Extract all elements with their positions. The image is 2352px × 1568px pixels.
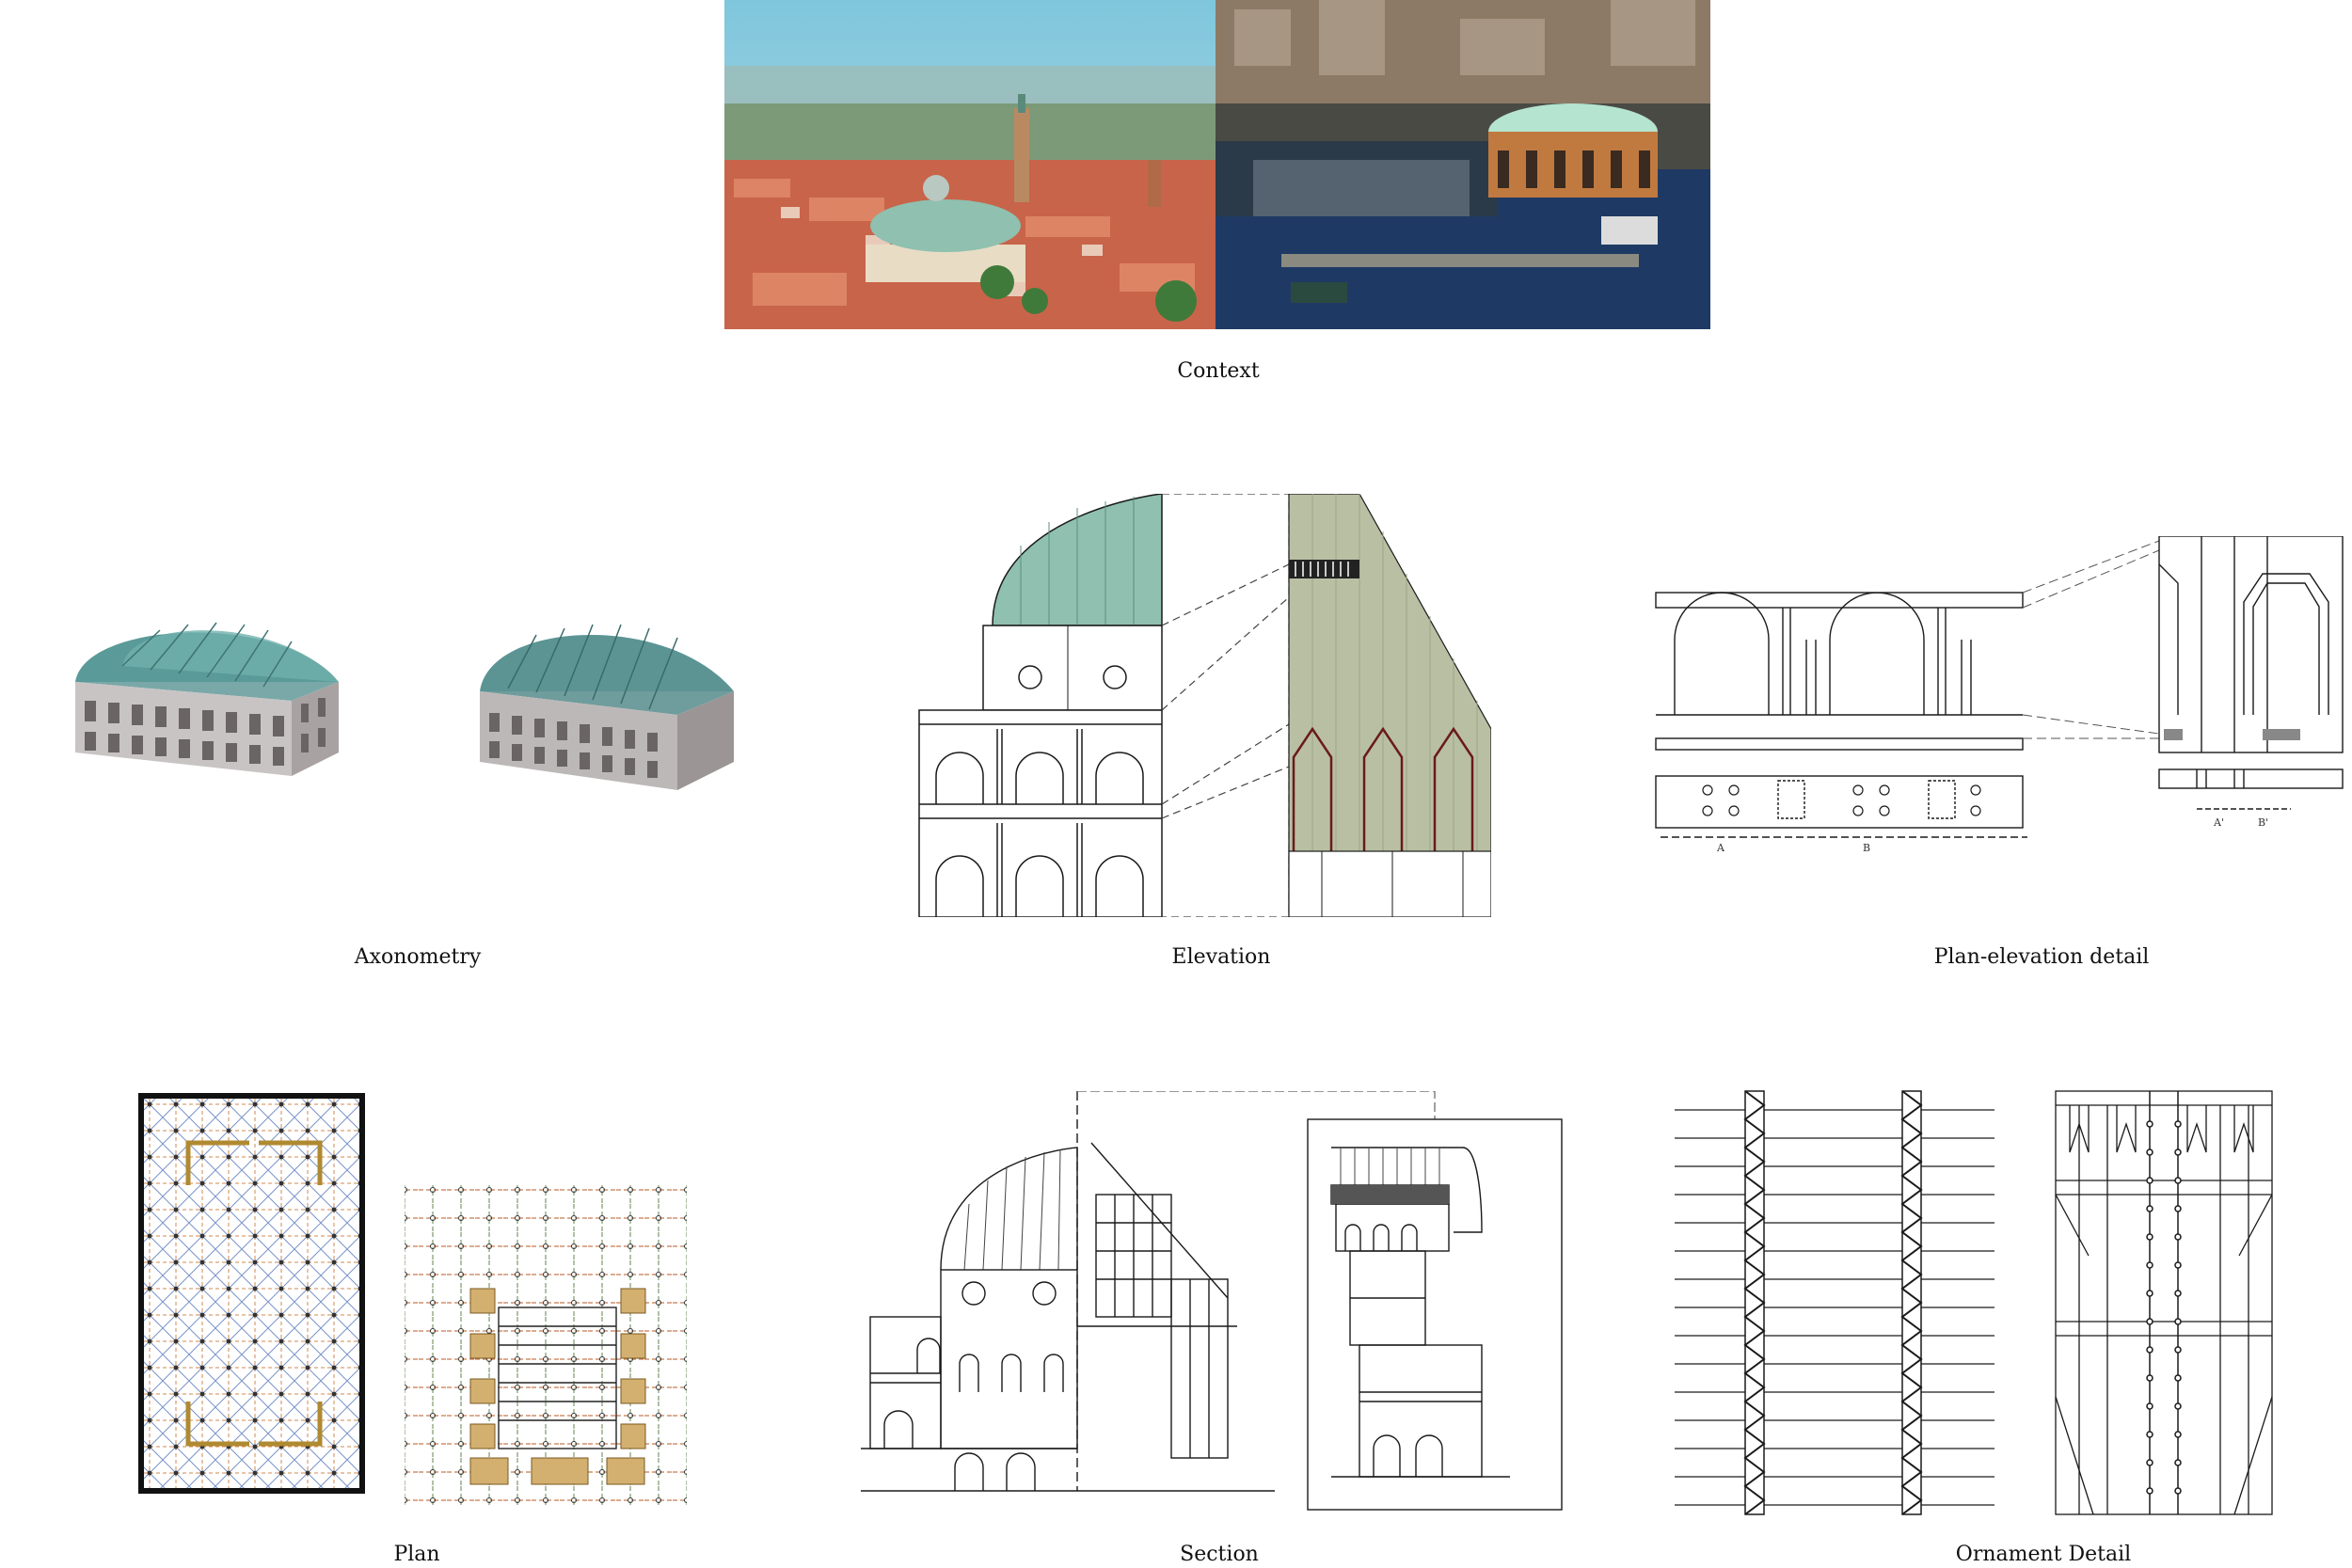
- caption-ornament-detail: Ornament Detail: [1955, 1543, 2132, 1566]
- plan-elevation-detail-drawing: A B A' B': [1651, 536, 2352, 861]
- plan-drawing: [136, 1091, 701, 1519]
- detail-label-b-prime: B': [2258, 816, 2268, 829]
- caption-axonometry: Axonometry: [354, 945, 482, 969]
- caption-plan: Plan: [393, 1543, 440, 1566]
- detail-label-a: A: [1716, 842, 1725, 854]
- ornament-detail-drawing: [1675, 1086, 2286, 1519]
- rope-column-left: [1743, 1090, 1766, 1515]
- ornament-frame-elevation: [2055, 1090, 2273, 1515]
- elevation-drawing: [917, 494, 1491, 917]
- axonometry-drawing: [66, 611, 781, 828]
- caption-elevation: Elevation: [1171, 945, 1271, 969]
- detail-label-b: B: [1863, 842, 1870, 854]
- context-photo-harbour: [1216, 0, 1710, 329]
- caption-plan-elevation-detail: Plan-elevation detail: [1933, 945, 2150, 969]
- axonometry-building-1: [75, 622, 339, 776]
- caption-context: Context: [1177, 359, 1260, 383]
- context-photo-city: [724, 0, 1216, 329]
- detail-label-a-prime: A': [2213, 816, 2224, 829]
- caption-section: Section: [1180, 1543, 1259, 1566]
- rope-column-right: [1900, 1090, 1923, 1515]
- section-drawing: [861, 1091, 1566, 1514]
- axonometry-building-2: [480, 624, 734, 790]
